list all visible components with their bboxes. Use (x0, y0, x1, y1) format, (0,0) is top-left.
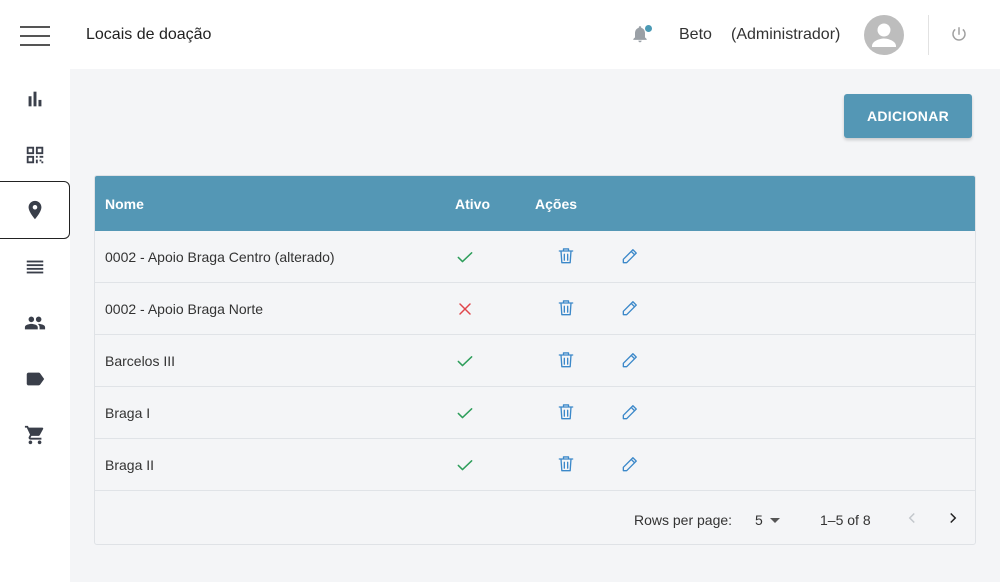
pagination-range: 1–5 of 8 (820, 512, 871, 528)
power-icon (952, 27, 966, 41)
people-icon (24, 316, 46, 330)
table-row: 0002 - Apoio Braga Norte (95, 283, 975, 335)
next-page-button[interactable] (941, 506, 965, 530)
edit-button[interactable] (620, 350, 642, 372)
rows-per-page-value: 5 (755, 512, 763, 528)
table-header: Nome Ativo Ações (95, 176, 975, 231)
sidebar-item-locations[interactable] (0, 181, 70, 239)
table-row: Braga II (95, 439, 975, 491)
chevron-left-icon (908, 512, 915, 524)
rows-per-page-label: Rows per page: (634, 512, 733, 528)
location-pin-icon (28, 200, 41, 220)
list-icon (26, 260, 44, 274)
table-pagination: Rows per page: 5 1–5 of 8 (95, 492, 975, 544)
location-name: 0002 - Apoio Braga Centro (alterado) (105, 249, 335, 265)
rows-per-page-select[interactable]: 5 (755, 509, 785, 531)
column-header-active[interactable]: Ativo (455, 196, 490, 212)
active-check-icon (455, 351, 475, 371)
user-name: Beto (679, 26, 712, 43)
header-divider (928, 15, 929, 55)
sidebar-item-cart[interactable] (0, 406, 70, 464)
sidebar (0, 0, 70, 582)
table-row: 0002 - Apoio Braga Centro (alterado) (95, 231, 975, 283)
active-check-icon (455, 247, 475, 267)
table-row: Barcelos III (95, 335, 975, 387)
trash-icon (556, 456, 576, 478)
pencil-icon (620, 249, 640, 270)
location-name: 0002 - Apoio Braga Norte (105, 301, 263, 317)
trash-icon (556, 248, 576, 270)
location-name: Braga I (105, 405, 151, 421)
edit-button[interactable] (620, 454, 642, 476)
previous-page-button[interactable] (900, 506, 924, 530)
sidebar-item-labels[interactable] (0, 350, 70, 408)
column-header-actions: Ações (535, 196, 578, 212)
delete-button[interactable] (556, 402, 578, 424)
cart-icon (24, 425, 44, 445)
user-avatar-icon (872, 23, 896, 47)
chevron-right-icon (950, 512, 957, 524)
edit-button[interactable] (620, 402, 642, 424)
sidebar-item-users[interactable] (0, 294, 70, 352)
caret-down-icon (770, 518, 780, 523)
active-check-icon (455, 403, 475, 423)
table-row: Braga I (95, 387, 975, 439)
add-location-button[interactable]: ADICIONAR (844, 94, 972, 138)
locations-table: Nome Ativo Ações 0002 - Apoio Braga Cent… (94, 175, 976, 545)
page-title: Locais de doação (86, 26, 212, 43)
trash-icon (556, 300, 576, 322)
location-name: Braga II (105, 457, 155, 473)
pencil-icon (620, 405, 640, 426)
sidebar-item-qr-codes[interactable] (0, 126, 70, 184)
inactive-cross-icon (455, 299, 475, 319)
trash-icon (556, 352, 576, 374)
label-icon (26, 372, 45, 386)
logout-button[interactable] (950, 25, 970, 45)
pencil-icon (620, 301, 640, 322)
trash-icon (556, 404, 576, 426)
column-header-name[interactable]: Nome (105, 196, 144, 212)
qr-code-icon (26, 146, 44, 164)
edit-button[interactable] (620, 298, 642, 320)
notifications-button[interactable] (630, 24, 654, 48)
active-check-icon (455, 455, 475, 475)
delete-button[interactable] (556, 298, 578, 320)
bar-chart-icon (28, 91, 42, 107)
avatar[interactable] (864, 15, 904, 55)
location-name: Barcelos III (105, 353, 176, 369)
edit-button[interactable] (620, 246, 642, 268)
pencil-icon (620, 457, 640, 478)
sidebar-item-dashboard[interactable] (0, 70, 70, 128)
delete-button[interactable] (556, 350, 578, 372)
notification-dot (645, 25, 652, 32)
pencil-icon (620, 353, 640, 374)
delete-button[interactable] (556, 246, 578, 268)
user-role: (Administrador) (731, 26, 841, 43)
hamburger-menu-icon[interactable] (14, 18, 54, 52)
sidebar-item-list[interactable] (0, 238, 70, 296)
top-bar: Locais de doação Beto (Administrador) (70, 0, 1000, 69)
delete-button[interactable] (556, 454, 578, 476)
